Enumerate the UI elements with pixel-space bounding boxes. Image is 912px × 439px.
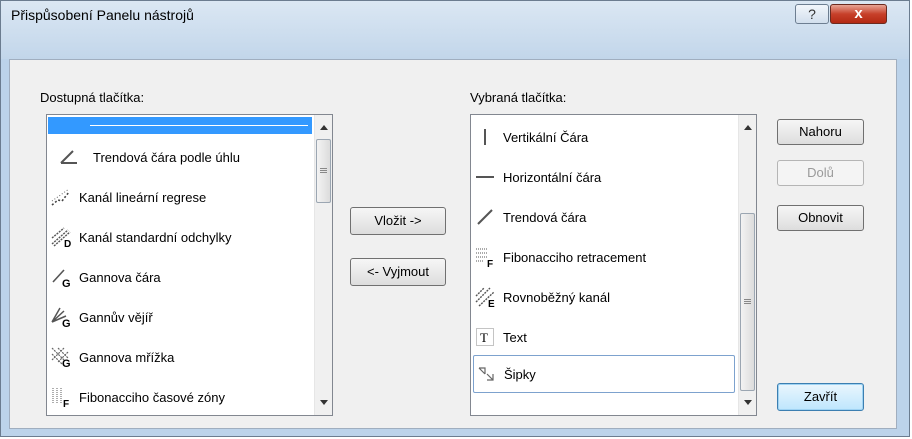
list-item-trendline[interactable]: Trendová čára — [473, 197, 737, 237]
list-item-fibonacci-timezones[interactable]: F Fibonacciho časové zóny — [49, 377, 314, 415]
list-item-regression-channel[interactable]: Kanál lineární regrese — [49, 177, 314, 217]
list-item-separator[interactable] — [48, 117, 312, 134]
list-item-label: Kanál standardní odchylky — [79, 229, 232, 245]
list-item-angle-trendline[interactable]: Trendová čára podle úhlu — [49, 137, 314, 177]
list-item-label: Kanál lineární regrese — [79, 189, 207, 205]
svg-text:F: F — [63, 399, 69, 408]
list-item-horizontal-line[interactable]: Horizontální čára — [473, 157, 737, 197]
gann-line-icon: G — [49, 265, 73, 289]
gann-grid-icon: G — [49, 345, 73, 369]
list-item-gann-line[interactable]: G Gannova čára — [49, 257, 314, 297]
svg-text:F: F — [487, 259, 493, 268]
vertical-line-icon — [473, 125, 497, 149]
fibonacci-timezones-icon: F — [49, 385, 73, 409]
list-item-gann-grid[interactable]: G Gannova mřížka — [49, 337, 314, 377]
reset-button[interactable]: Obnovit — [777, 205, 864, 231]
list-item-text[interactable]: T Text — [473, 317, 737, 357]
separator-line — [90, 125, 308, 126]
parallel-channel-icon: E — [473, 285, 497, 309]
list-item-parallel-channel[interactable]: E Rovnoběžný kanál — [473, 277, 737, 317]
svg-text:G: G — [62, 278, 71, 288]
angle-icon — [57, 145, 81, 169]
list-item-label: Trendová čára podle úhlu — [93, 149, 240, 165]
close-window-button[interactable]: x — [830, 4, 887, 24]
list-item-fibonacci-retracement[interactable]: F Fibonacciho retracement — [473, 237, 737, 277]
arrows-icon — [474, 362, 498, 386]
list-item-arrows[interactable]: Šipky — [473, 355, 735, 393]
scroll-down-arrow-icon[interactable] — [315, 394, 332, 411]
svg-text:G: G — [62, 318, 71, 328]
selected-buttons-label: Vybraná tlačítka: — [470, 90, 567, 105]
available-buttons-label: Dostupná tlačítka: — [40, 90, 145, 105]
list-item-label: Vertikální Čára — [503, 129, 589, 145]
dialog-content: Dostupná tlačítka: Vybraná tlačítka: Tre… — [9, 59, 897, 429]
scroll-down-arrow-icon[interactable] — [739, 394, 756, 411]
selected-list-scrollbar[interactable] — [738, 115, 756, 415]
list-item-std-deviation-channel[interactable]: D Kanál standardní odchylky — [49, 217, 314, 257]
close-button[interactable]: Zavřít — [777, 383, 864, 411]
svg-text:G: G — [62, 358, 71, 368]
list-item-vertical-line[interactable]: Vertikální Čára — [473, 117, 737, 157]
title-bar[interactable]: Přispůsobení Panelu nástrojů ? x — [1, 1, 909, 59]
scroll-thumb[interactable] — [740, 213, 755, 391]
list-item-label: Šipky — [504, 366, 536, 382]
dialog-window: Přispůsobení Panelu nástrojů ? x Dostupn… — [0, 0, 910, 437]
list-item-label: Rovnoběžný kanál — [503, 289, 610, 305]
list-item-label: Gannův vějíř — [79, 309, 153, 325]
available-list-scrollbar[interactable] — [314, 115, 332, 415]
regression-channel-icon — [49, 185, 73, 209]
window-title: Přispůsobení Panelu nástrojů — [11, 7, 194, 23]
svg-text:T: T — [480, 330, 488, 345]
horizontal-line-icon — [473, 165, 497, 189]
list-item-label: Text — [503, 329, 527, 345]
list-item-label: Gannova mřížka — [79, 349, 175, 365]
list-item-label: Fibonacciho časové zóny — [79, 389, 225, 405]
svg-text:E: E — [488, 299, 495, 308]
scroll-up-arrow-icon[interactable] — [315, 119, 332, 136]
std-deviation-channel-icon: D — [49, 225, 73, 249]
svg-text:D: D — [64, 239, 71, 248]
selected-buttons-list[interactable]: Vertikální Čára Horizontální čára Trendo… — [470, 114, 757, 416]
text-icon: T — [473, 325, 497, 349]
list-item-label: Fibonacciho retracement — [503, 249, 647, 265]
scroll-up-arrow-icon[interactable] — [739, 119, 756, 136]
remove-button[interactable]: <- Vyjmout — [350, 258, 446, 286]
list-item-gann-fan[interactable]: G Gannův vějíř — [49, 297, 314, 337]
help-button[interactable]: ? — [795, 4, 829, 24]
available-buttons-list[interactable]: Trendová čára podle úhlu Kanál lineární … — [46, 114, 333, 416]
move-down-button[interactable]: Dolů — [777, 160, 864, 186]
fibonacci-retracement-icon: F — [473, 245, 497, 269]
scroll-thumb[interactable] — [316, 139, 331, 203]
list-item-label: Gannova čára — [79, 269, 161, 285]
move-up-button[interactable]: Nahoru — [777, 119, 864, 145]
insert-button[interactable]: Vložit -> — [350, 207, 446, 235]
list-item-label: Horizontální čára — [503, 169, 602, 185]
gann-fan-icon: G — [49, 305, 73, 329]
trendline-icon — [473, 205, 497, 229]
list-item-label: Trendová čára — [503, 209, 587, 225]
